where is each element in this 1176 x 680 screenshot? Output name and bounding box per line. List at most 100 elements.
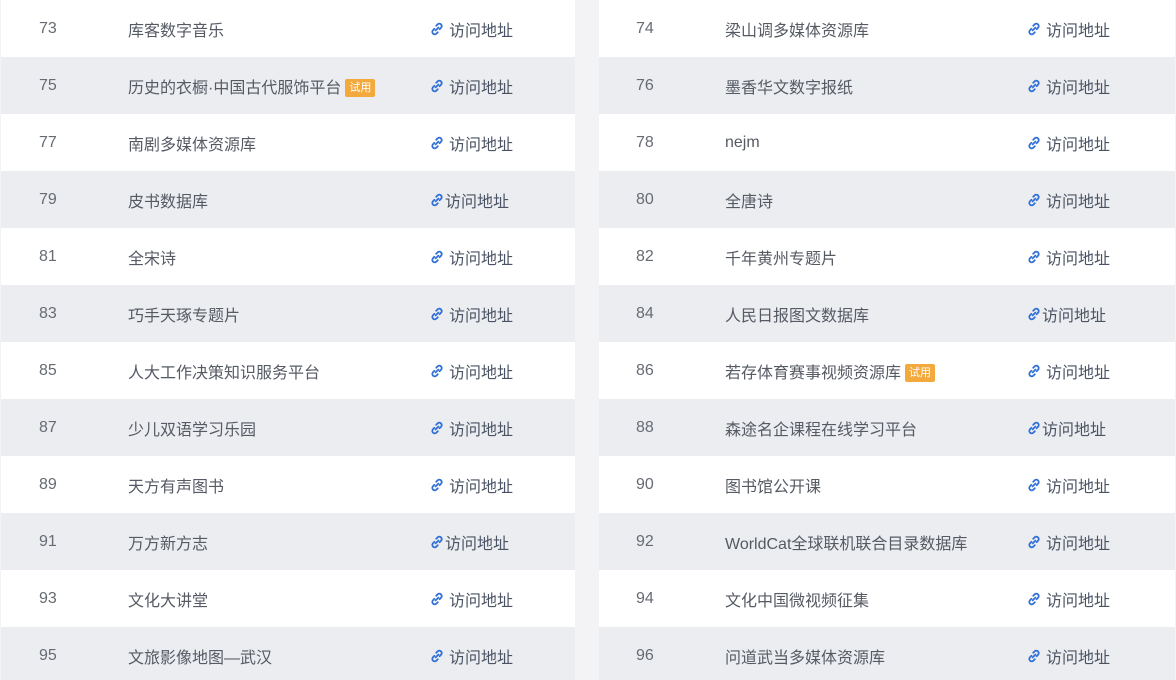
visit-link[interactable]: 访问地址 bbox=[429, 587, 513, 611]
database-name: 万方新方志 bbox=[128, 530, 208, 554]
visit-link[interactable]: 访问地址 bbox=[1026, 530, 1110, 554]
row-number: 94 bbox=[636, 589, 654, 607]
visit-link[interactable]: 访问地址 bbox=[1026, 131, 1110, 155]
row-number: 79 bbox=[39, 190, 57, 208]
link-icon bbox=[1026, 192, 1042, 208]
table-row: 95 文旅影像地图—武汉 访问地址 bbox=[1, 627, 575, 680]
database-name: 图书馆公开课 bbox=[725, 473, 821, 497]
table-row: 86 若存体育赛事视频资源库 试用 访问地址 bbox=[599, 342, 1175, 399]
database-name: 少儿双语学习乐园 bbox=[128, 416, 256, 440]
row-number: 73 bbox=[39, 19, 57, 37]
link-icon bbox=[429, 78, 445, 94]
database-name: 天方有声图书 bbox=[128, 473, 224, 497]
visit-link[interactable]: 访问地址 bbox=[429, 416, 513, 440]
table-row: 76 墨香华文数字报纸 访问地址 bbox=[599, 57, 1175, 114]
database-name-text: 墨香华文数字报纸 bbox=[725, 79, 854, 97]
row-number: 95 bbox=[39, 646, 57, 664]
row-number: 90 bbox=[636, 475, 654, 493]
database-name: 库客数字音乐 bbox=[128, 17, 224, 41]
link-icon bbox=[429, 534, 445, 550]
visit-link-label: 访问地址 bbox=[1046, 478, 1111, 496]
table-row: 83 巧手天琢专题片 访问地址 bbox=[1, 285, 575, 342]
visit-link[interactable]: 访问地址 bbox=[429, 302, 513, 326]
database-name: nejm bbox=[725, 134, 760, 152]
table-row: 77 南剧多媒体资源库 访问地址 bbox=[1, 114, 575, 171]
row-number: 76 bbox=[636, 76, 654, 94]
visit-link[interactable]: 访问地址 bbox=[429, 131, 513, 155]
table-row: 84 人民日报图文数据库 访问地址 bbox=[599, 285, 1175, 342]
table-row: 90 图书馆公开课 访问地址 bbox=[599, 456, 1175, 513]
table-row: 79 皮书数据库 访问地址 bbox=[1, 171, 575, 228]
visit-link[interactable]: 访问地址 bbox=[1026, 188, 1110, 212]
database-name: 文化中国微视频征集 bbox=[725, 587, 869, 611]
table-row: 89 天方有声图书 访问地址 bbox=[1, 456, 575, 513]
visit-link[interactable]: 访问地址 bbox=[1026, 245, 1110, 269]
visit-link[interactable]: 访问地址 bbox=[1026, 587, 1110, 611]
database-name: 南剧多媒体资源库 bbox=[128, 131, 256, 155]
table-row: 93 文化大讲堂 访问地址 bbox=[1, 570, 575, 627]
table-row: 85 人大工作决策知识服务平台 访问地址 bbox=[1, 342, 575, 399]
database-name: 梁山调多媒体资源库 bbox=[725, 17, 869, 41]
database-name-text: 千年黄州专题片 bbox=[725, 250, 838, 268]
link-icon bbox=[1026, 135, 1042, 151]
row-number: 88 bbox=[636, 418, 654, 436]
visit-link-label: 访问地址 bbox=[449, 364, 514, 382]
row-number: 86 bbox=[636, 361, 654, 379]
visit-link-label: 访问地址 bbox=[449, 136, 514, 154]
visit-link-label: 访问地址 bbox=[1046, 250, 1111, 268]
row-number: 81 bbox=[39, 247, 57, 265]
table-row: 78 nejm 访问地址 bbox=[599, 114, 1175, 171]
visit-link[interactable]: 访问地址 bbox=[429, 530, 509, 554]
link-icon bbox=[1026, 534, 1042, 550]
visit-link-label: 访问地址 bbox=[449, 649, 514, 667]
link-icon bbox=[429, 21, 445, 37]
visit-link-label: 访问地址 bbox=[445, 535, 510, 553]
database-name: 全唐诗 bbox=[725, 188, 773, 212]
visit-link-label: 访问地址 bbox=[1046, 193, 1111, 211]
database-name: WorldCat全球联机联合目录数据库 bbox=[725, 530, 967, 554]
visit-link[interactable]: 访问地址 bbox=[1026, 359, 1110, 383]
visit-link-label: 访问地址 bbox=[449, 307, 514, 325]
database-name: 文旅影像地图—武汉 bbox=[128, 644, 272, 668]
visit-link[interactable]: 访问地址 bbox=[429, 245, 513, 269]
visit-link[interactable]: 访问地址 bbox=[1026, 17, 1110, 41]
link-icon bbox=[1026, 249, 1042, 265]
visit-link[interactable]: 访问地址 bbox=[1026, 644, 1110, 668]
row-number: 92 bbox=[636, 532, 654, 550]
link-icon bbox=[429, 363, 445, 379]
database-name-text: 全唐诗 bbox=[725, 193, 774, 211]
database-name-text: 文旅影像地图—武汉 bbox=[128, 649, 273, 667]
row-number: 87 bbox=[39, 418, 57, 436]
table-row: 92 WorldCat全球联机联合目录数据库 访问地址 bbox=[599, 513, 1175, 570]
visit-link[interactable]: 访问地址 bbox=[1026, 302, 1106, 326]
row-number: 74 bbox=[636, 19, 654, 37]
visit-link[interactable]: 访问地址 bbox=[1026, 473, 1110, 497]
link-icon bbox=[1026, 591, 1042, 607]
visit-link[interactable]: 访问地址 bbox=[429, 17, 513, 41]
database-name-text: 万方新方志 bbox=[128, 535, 209, 553]
visit-link[interactable]: 访问地址 bbox=[429, 188, 509, 212]
database-name: 森途名企课程在线学习平台 bbox=[725, 416, 917, 440]
table-row: 80 全唐诗 访问地址 bbox=[599, 171, 1175, 228]
visit-link-label: 访问地址 bbox=[449, 79, 514, 97]
visit-link[interactable]: 访问地址 bbox=[429, 74, 513, 98]
link-icon bbox=[429, 192, 445, 208]
right-column: 74 梁山调多媒体资源库 访问地址 76 墨香华文数字报纸 访问地址 78 ne… bbox=[599, 0, 1175, 680]
visit-link[interactable]: 访问地址 bbox=[429, 359, 513, 383]
link-icon bbox=[429, 477, 445, 493]
database-name: 全宋诗 bbox=[128, 245, 176, 269]
link-icon bbox=[429, 249, 445, 265]
database-list: 73 库客数字音乐 访问地址 75 历史的衣橱·中国古代服饰平台 试用 访问地址… bbox=[0, 0, 1176, 680]
visit-link[interactable]: 访问地址 bbox=[1026, 416, 1106, 440]
visit-link[interactable]: 访问地址 bbox=[429, 473, 513, 497]
database-name-text: 皮书数据库 bbox=[128, 193, 209, 211]
database-name: 问道武当多媒体资源库 bbox=[725, 644, 885, 668]
visit-link-label: 访问地址 bbox=[449, 478, 514, 496]
database-name-text: 梁山调多媒体资源库 bbox=[725, 22, 870, 40]
visit-link-label: 访问地址 bbox=[1042, 421, 1107, 439]
database-name-text: 人大工作决策知识服务平台 bbox=[128, 364, 321, 382]
database-name-text: 天方有声图书 bbox=[128, 478, 225, 496]
visit-link[interactable]: 访问地址 bbox=[429, 644, 513, 668]
visit-link[interactable]: 访问地址 bbox=[1026, 74, 1110, 98]
database-name-text: 文化中国微视频征集 bbox=[725, 592, 870, 610]
